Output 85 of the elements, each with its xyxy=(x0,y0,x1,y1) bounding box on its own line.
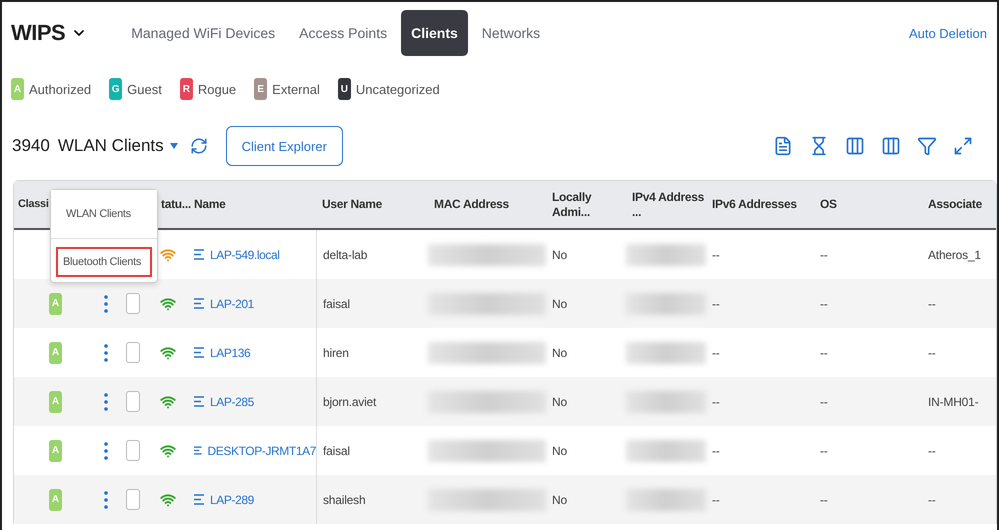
category-badge: A xyxy=(49,440,62,462)
expand-icon[interactable] xyxy=(953,136,973,156)
category-badge: E xyxy=(254,78,268,100)
table-cell-text: -- xyxy=(711,444,721,458)
tab[interactable]: Networks xyxy=(472,10,550,56)
client-name-link[interactable]: LAP-289 xyxy=(210,492,254,506)
list-icon xyxy=(194,298,204,309)
row-checkbox[interactable] xyxy=(126,391,140,412)
row-checkbox[interactable] xyxy=(126,440,140,461)
table-cell-text: -- xyxy=(927,296,937,310)
client-name-link[interactable]: LAP136 xyxy=(210,346,250,360)
column-header[interactable]: Locally Admi... xyxy=(546,190,626,219)
report-icon[interactable] xyxy=(773,136,793,156)
legend-label: Guest xyxy=(127,82,162,96)
table-cell-text: IN-MH01- xyxy=(927,394,980,408)
table-cell-text: -- xyxy=(927,346,937,360)
column-header[interactable]: IPv4 Address ... xyxy=(626,190,706,219)
client-name-link[interactable]: LAP-549.local xyxy=(210,248,280,262)
more-icon[interactable] xyxy=(104,344,108,362)
tab[interactable]: Access Points xyxy=(289,10,398,56)
column-header[interactable]: User Name xyxy=(316,197,428,212)
client-name-link[interactable]: LAP-285 xyxy=(210,394,254,408)
table-cell-text: -- xyxy=(819,248,829,262)
app-title[interactable]: WIPS xyxy=(11,20,66,46)
table-cell-text: No xyxy=(551,394,568,408)
view-selector[interactable]: WLAN Clients xyxy=(58,136,178,156)
menu-item[interactable]: WLAN Clients xyxy=(51,190,157,239)
table-cell-text: -- xyxy=(711,296,721,310)
table-cell-text: No xyxy=(551,444,568,458)
table-cell-text: -- xyxy=(819,296,829,310)
table-cell-text: -- xyxy=(819,346,829,360)
table-cell-text: -- xyxy=(711,248,721,262)
list-icon xyxy=(194,347,204,358)
table-cell-text: No xyxy=(551,346,568,360)
menu-item[interactable]: Bluetooth Clients xyxy=(56,247,152,277)
table-cell-text: -- xyxy=(819,394,829,408)
table-cell-text: -- xyxy=(927,444,937,458)
tab[interactable]: Clients xyxy=(401,10,468,56)
client-explorer-button[interactable]: Client Explorer xyxy=(226,126,343,166)
column-header[interactable]: Associate xyxy=(922,197,980,212)
list-icon xyxy=(194,396,204,407)
legend-label: Authorized xyxy=(29,82,92,96)
row-checkbox[interactable] xyxy=(126,489,140,510)
list-icon xyxy=(194,494,204,505)
column-header[interactable]: MAC Address xyxy=(428,197,546,212)
category-badge: A xyxy=(49,292,62,314)
auto-deletion-link[interactable]: Auto Deletion xyxy=(908,26,987,40)
category-badge: A xyxy=(11,78,24,100)
table-cell-text: -- xyxy=(711,346,721,360)
more-icon[interactable] xyxy=(104,392,108,410)
list-icon xyxy=(194,249,204,260)
columns-icon[interactable] xyxy=(881,136,901,156)
legend-label: Uncategorized xyxy=(356,82,440,96)
filter-icon[interactable] xyxy=(917,136,937,156)
more-icon[interactable] xyxy=(104,294,108,312)
client-count: 3940 xyxy=(12,136,50,156)
table-cell-text: -- xyxy=(927,492,937,506)
tab[interactable]: Managed WiFi Devices xyxy=(121,10,286,56)
category-badge: R xyxy=(180,78,193,100)
table-cell-text: -- xyxy=(819,444,829,458)
client-name-link[interactable]: DESKTOP-JRMT1A7 xyxy=(208,444,316,458)
table-cell-text: No xyxy=(551,296,568,310)
row-checkbox[interactable] xyxy=(126,342,140,363)
table-cell-text: Atheros_1 xyxy=(927,248,980,262)
table-cell-text: No xyxy=(551,248,568,262)
list-icon xyxy=(194,445,202,456)
table-cell-text: -- xyxy=(711,492,721,506)
category-badge: A xyxy=(49,342,62,364)
table-cell-text: No xyxy=(551,492,568,506)
legend-label: External xyxy=(272,82,320,96)
category-badge: G xyxy=(109,78,122,100)
more-icon[interactable] xyxy=(104,442,108,460)
legend-label: Rogue xyxy=(198,82,236,96)
row-checkbox[interactable] xyxy=(126,293,140,314)
table-cell-text: -- xyxy=(711,394,721,408)
column-header[interactable]: IPv6 Addresses xyxy=(706,197,814,212)
refresh-icon[interactable] xyxy=(190,137,208,155)
table-cell-text: -- xyxy=(819,492,829,506)
category-badge: A xyxy=(49,390,62,412)
client-name-link[interactable]: LAP-201 xyxy=(210,296,254,310)
category-badge: U xyxy=(338,78,351,100)
column-header[interactable]: OS xyxy=(814,197,922,212)
more-icon[interactable] xyxy=(104,490,108,508)
category-badge: A xyxy=(49,488,62,510)
caret-icon[interactable] xyxy=(170,143,178,149)
